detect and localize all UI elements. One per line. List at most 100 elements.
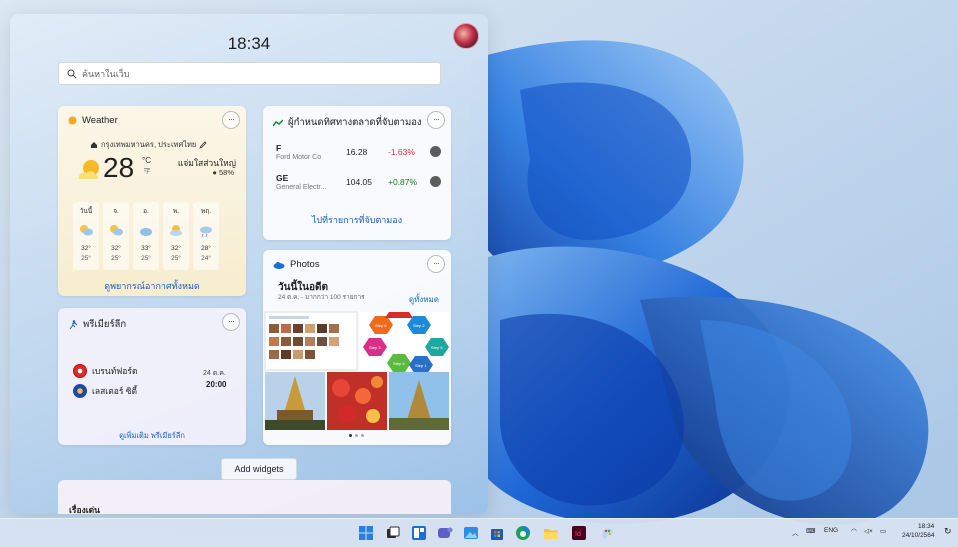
partly-cloudy-icon [170, 225, 182, 236]
full-forecast-link[interactable]: ดูพยากรณ์อากาศทั้งหมด [58, 279, 246, 293]
indesign-icon[interactable]: Id [571, 525, 587, 541]
taskbar-time[interactable]: 18:34 [918, 523, 934, 530]
on-this-day-subtitle: 24 ต.ค. - มากกว่า 100 รายการ [278, 294, 365, 301]
store-icon[interactable] [489, 525, 505, 541]
premier-league-widget[interactable]: พรีเมียร์ลีก ··· เบรนท์ฟอร์ด เลสเตอร์ ซิ… [58, 308, 246, 445]
onedrive-cloud-icon [273, 261, 285, 269]
wifi-icon[interactable]: ◠ [851, 527, 857, 535]
league-more-button[interactable]: ··· [222, 313, 240, 331]
battery-icon[interactable]: ▭ [880, 527, 886, 535]
droplet-icon: ● [212, 168, 217, 177]
forecast-day[interactable]: อ. 33° 25° [133, 202, 159, 270]
step-label: Step 6 [375, 323, 387, 328]
widgets-panel: 18:34 ค้นหาในเว็บ Weather ··· กรุงเทพมหา… [10, 14, 488, 514]
edge-browser-icon[interactable] [515, 525, 531, 541]
league-title: พรีเมียร์ลีก [83, 319, 127, 330]
watchlist-link[interactable]: ไปที่รายการที่จับตามอง [263, 213, 451, 227]
add-widgets-button[interactable]: Add widgets [221, 458, 297, 480]
rain-icon [200, 226, 212, 238]
teams-chat-icon[interactable] [437, 525, 453, 541]
stock-row[interactable]: F Ford Motor Co 16.28 -1.63% [276, 143, 442, 161]
partly-cloudy-rain-icon [80, 225, 93, 236]
weather-widget[interactable]: Weather ··· กรุงเทพมหานคร, ประเทศไทย 28 … [58, 106, 246, 296]
photos-more-button[interactable]: ··· [427, 255, 445, 273]
weather-location: กรุงเทพมหานคร, ประเทศไทย [101, 140, 197, 149]
watchlist-more-button[interactable]: ··· [427, 111, 445, 129]
league-more-link[interactable]: ดูเพิ่มเติม พรีเมียร์ลีก [58, 430, 246, 442]
forecast-strip: วันนี้ 32° 25° จ. 32° 25° อ. 33° 25° พ. … [73, 202, 219, 270]
widgets-icon[interactable] [411, 525, 427, 541]
check-icon[interactable] [430, 146, 441, 157]
stock-row[interactable]: GE General Electr... 104.05 +0.87% [276, 173, 442, 191]
watchlist-title: ผู้กำหนดทิศทางตลาดที่จับตามอง [288, 117, 422, 128]
forecast-low: 25° [111, 255, 121, 262]
home-team-name: เบรนท์ฟอร์ด [92, 366, 138, 376]
forecast-day[interactable]: จ. 32° 25° [103, 202, 129, 270]
step-label: Step 3 [369, 345, 381, 350]
forecast-high: 32° [171, 245, 181, 252]
forecast-day[interactable]: พฤ. 28° 24° [193, 202, 219, 270]
task-view-icon[interactable] [385, 525, 401, 541]
forecast-day-label: พฤ. [200, 208, 212, 215]
cloudy-icon [140, 228, 152, 236]
forecast-day-label: วันนี้ [79, 208, 93, 215]
search-placeholder: ค้นหาในเว็บ [82, 68, 130, 79]
search-icon [67, 69, 77, 78]
team-badge-icon [73, 384, 87, 398]
stock-trend-icon [273, 118, 283, 126]
photo-collage[interactable]: Step 6 Step 2 Step 3 Step 5 Step 4 Step … [263, 310, 451, 432]
photos-widget[interactable]: Photos ··· วันนี้ในอดีต 24 ต.ค. - มากกว่… [263, 250, 451, 445]
carousel-indicator[interactable] [349, 434, 364, 437]
step-label: Step 5 [431, 345, 443, 350]
forecast-high: 33° [141, 245, 151, 252]
away-team-name: เลสเตอร์ ซิตี้ [92, 386, 138, 396]
forecast-day[interactable]: พ. 32° 25° [163, 202, 189, 270]
notification-icon[interactable]: ↻ [944, 526, 952, 537]
chevron-up-icon[interactable]: ︿ [792, 527, 799, 537]
partly-cloudy-rain-icon [110, 225, 123, 236]
panel-clock: 18:34 [227, 34, 271, 53]
forecast-day[interactable]: วันนี้ 32° 25° [73, 202, 99, 270]
see-all-photos-link[interactable]: ดูทั้งหมด [409, 293, 439, 306]
unit-celsius[interactable]: °C [142, 156, 151, 165]
humidity-value: 58% [218, 168, 234, 177]
weather-more-button[interactable]: ··· [222, 111, 240, 129]
forecast-low: 25° [81, 255, 91, 262]
stock-change: -1.63% [388, 147, 415, 157]
featured-stories-section[interactable]: เรื่องเด่น [58, 480, 451, 514]
start-windows-icon[interactable] [358, 525, 374, 541]
svg-text:Id: Id [575, 531, 581, 538]
forecast-day-label: จ. [113, 208, 119, 215]
web-search-input[interactable]: ค้นหาในเว็บ [58, 62, 441, 85]
unit-fahrenheit[interactable]: °F [144, 168, 151, 176]
user-avatar[interactable] [453, 23, 479, 49]
forecast-high: 32° [111, 245, 121, 252]
forecast-high: 32° [81, 245, 91, 252]
forecast-day-label: พ. [172, 208, 180, 215]
home-team[interactable]: เบรนท์ฟอร์ด [73, 364, 138, 378]
taskbar-date[interactable]: 24/10/2564 [902, 532, 935, 539]
sun-icon [68, 116, 77, 125]
edit-icon[interactable] [199, 141, 207, 149]
away-team[interactable]: เลสเตอร์ ซิตี้ [73, 384, 137, 398]
team-badge-icon [73, 364, 87, 378]
check-icon[interactable] [430, 176, 441, 187]
file-explorer-icon[interactable] [543, 525, 559, 541]
home-icon [91, 142, 97, 148]
weather-title: Weather [82, 115, 118, 126]
stock-price: 104.05 [346, 177, 372, 187]
taskbar: Id ︿ ⌨ ENG ◠ ◁× ▭ 18:34 24/10/2564 ↻ [0, 518, 958, 547]
runner-icon [69, 319, 78, 329]
language-indicator[interactable]: ENG [824, 527, 838, 534]
current-temperature: 28 [103, 152, 135, 183]
step-label: Step 2 [413, 323, 425, 328]
speaker-icon[interactable]: ◁× [864, 527, 873, 535]
photos-app-icon[interactable] [463, 525, 479, 541]
watchlist-widget[interactable]: ผู้กำหนดทิศทางตลาดที่จับตามอง ··· F Ford… [263, 106, 451, 240]
featured-title: เรื่องเด่น [69, 505, 100, 514]
paint-app-icon[interactable] [599, 525, 615, 541]
forecast-low: 24° [201, 255, 211, 262]
keyboard-icon[interactable]: ⌨ [806, 527, 815, 535]
stock-change: +0.87% [388, 177, 418, 187]
forecast-low: 25° [141, 255, 151, 262]
